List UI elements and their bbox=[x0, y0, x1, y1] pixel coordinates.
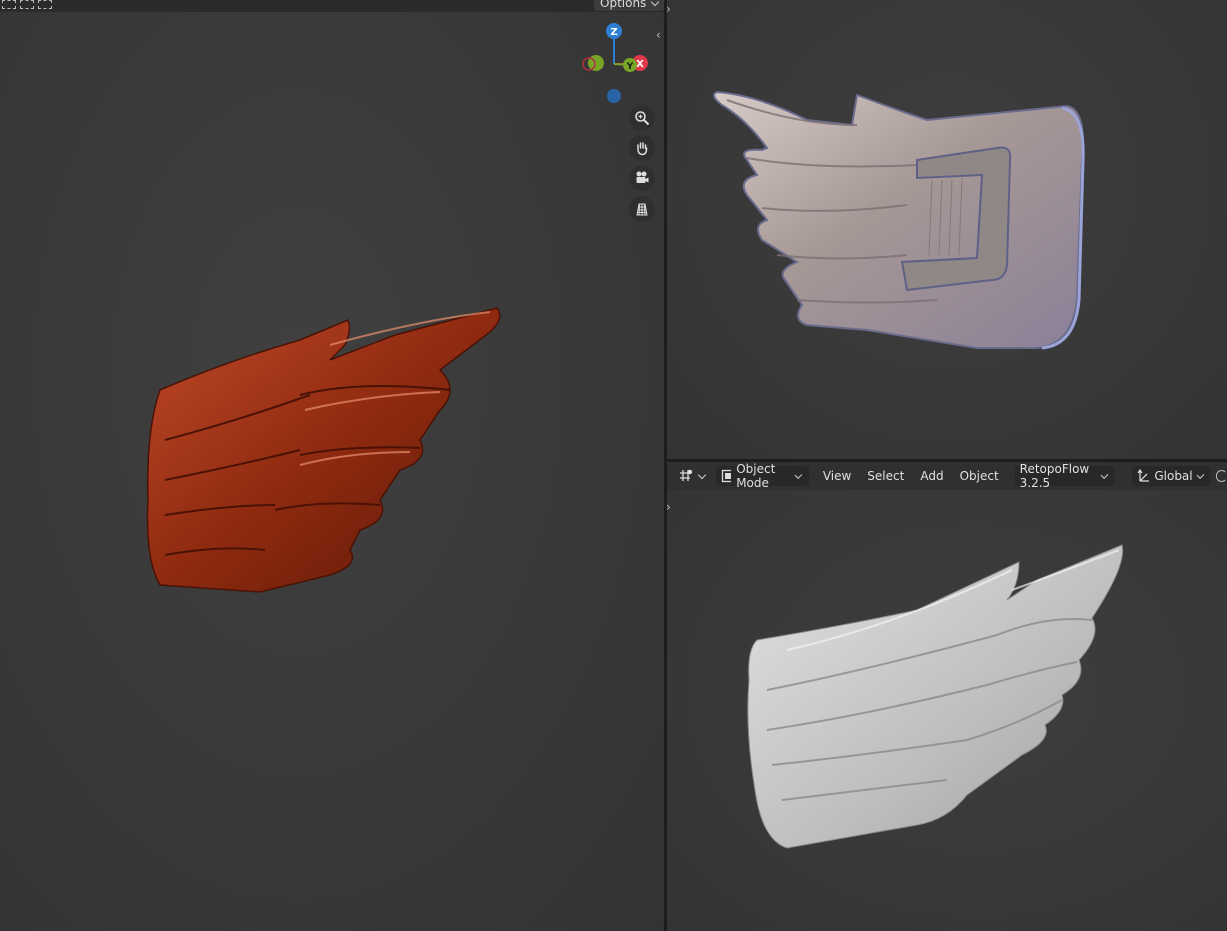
pivot-icon[interactable] bbox=[1216, 470, 1227, 482]
viewport-left[interactable] bbox=[0, 0, 664, 931]
orientation-label: Global bbox=[1154, 469, 1193, 483]
chevron-down-icon bbox=[794, 470, 803, 479]
x-axis-label: X bbox=[636, 59, 644, 70]
options-dropdown[interactable]: Options bbox=[594, 0, 665, 11]
select-mode-set-icon[interactable] bbox=[2, 0, 16, 9]
options-label: Options bbox=[600, 0, 647, 10]
viewport-top-right[interactable] bbox=[667, 0, 1227, 459]
navigation-gizmo[interactable]: Z X Y bbox=[575, 20, 655, 110]
mode-label: Object Mode bbox=[736, 462, 776, 490]
mode-selector[interactable]: Object Mode bbox=[716, 462, 809, 490]
editor-type-selector[interactable] bbox=[675, 466, 708, 486]
chevron-down-icon bbox=[697, 470, 707, 479]
y-axis-label: Y bbox=[626, 62, 634, 72]
chevron-down-icon bbox=[1196, 470, 1204, 479]
white-wing-model bbox=[747, 544, 1124, 849]
menu-view[interactable]: View bbox=[815, 469, 859, 483]
z-axis-label: Z bbox=[610, 27, 617, 38]
red-wing-model bbox=[146, 307, 501, 593]
menu-add[interactable]: Add bbox=[912, 469, 951, 483]
region-expand-icon[interactable]: › bbox=[666, 3, 671, 15]
viewport-header: Object Mode View Select Add Object Retop… bbox=[667, 462, 1227, 490]
transform-orientation-selector[interactable]: Global bbox=[1132, 466, 1211, 486]
metallic-wing-model bbox=[712, 90, 1085, 350]
viewport-top-strip: Options bbox=[0, 0, 665, 12]
region-expand-icon[interactable]: › bbox=[666, 501, 671, 513]
zoom-icon[interactable] bbox=[629, 105, 655, 131]
sidebar-toggle-icon[interactable]: ‹ bbox=[656, 29, 661, 41]
menu-object[interactable]: Object bbox=[952, 469, 1007, 483]
orientation-icon bbox=[1137, 469, 1150, 482]
menu-select[interactable]: Select bbox=[859, 469, 912, 483]
retopoflow-menu[interactable]: RetopoFlow 3.2.5 bbox=[1014, 462, 1115, 490]
grid-view-icon[interactable] bbox=[629, 196, 655, 222]
select-mode-extend-icon[interactable] bbox=[20, 0, 34, 9]
camera-icon[interactable] bbox=[629, 165, 655, 191]
chevron-down-icon bbox=[651, 0, 660, 6]
select-mode-icons[interactable] bbox=[2, 0, 52, 9]
hand-icon[interactable] bbox=[629, 135, 655, 161]
viewport-bottom-right[interactable] bbox=[667, 490, 1227, 931]
grid-icon bbox=[680, 469, 693, 481]
select-mode-subtract-icon[interactable] bbox=[38, 0, 52, 9]
chevron-down-icon bbox=[1100, 470, 1108, 479]
addon-label: RetopoFlow 3.2.5 bbox=[1019, 462, 1090, 490]
neg-z-axis-handle[interactable] bbox=[607, 89, 621, 103]
object-mode-icon bbox=[721, 469, 732, 483]
